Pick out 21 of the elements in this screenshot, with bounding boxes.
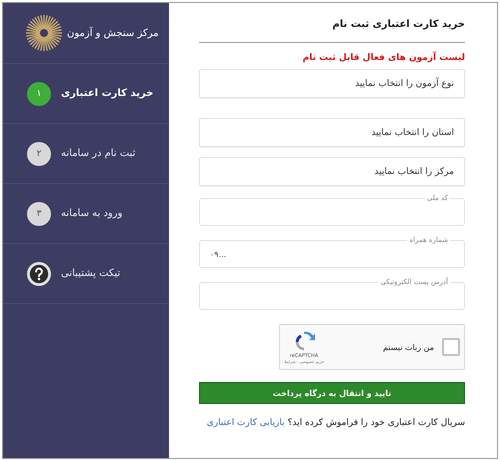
form-title: خرید کارت اعتباری ثبت نام	[331, 19, 465, 30]
captcha-checkbox[interactable]	[442, 338, 460, 356]
notice-text: لیست آزمون های فعال قابل ثبت نام	[302, 53, 465, 63]
step-item[interactable]: تیکت پشتیبانی	[3, 244, 169, 304]
footer-text: سریال کارت اعتباری خود را فراموش کرده اید؟	[288, 418, 465, 428]
select-field[interactable]: استان را انتخاب نمایید	[199, 118, 465, 147]
select-field[interactable]: نوع آزمون را انتخاب نمایید	[199, 69, 465, 98]
sunburst-logo	[25, 14, 63, 52]
captcha-label: من ربات نیستم	[382, 342, 434, 352]
submit-button[interactable]: تایید و انتقال به درگاه پرداخت	[199, 382, 465, 404]
recovery-link[interactable]: بازیابی کارت اعتباری	[206, 418, 285, 428]
step-number: ۳	[27, 202, 51, 226]
recaptcha-icon	[293, 330, 316, 352]
step-item[interactable]: ۱ خرید کارت اعتباری	[3, 64, 169, 124]
step-item[interactable]: ۲ ثبت نام در سامانه	[3, 124, 169, 184]
step-item[interactable]: ۳ ورود به سامانه	[3, 184, 169, 244]
step-number: ۲	[27, 142, 51, 166]
select-field[interactable]: مرکز را انتخاب نمایید	[199, 157, 465, 186]
step-number: ۱	[27, 82, 51, 106]
help-icon	[27, 262, 51, 286]
logo-text: مرکز سنجش و آزمون	[67, 28, 159, 38]
